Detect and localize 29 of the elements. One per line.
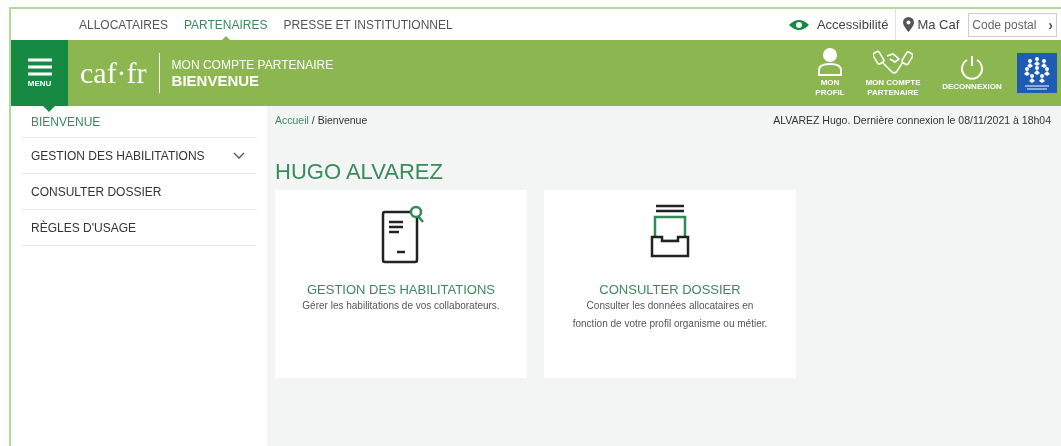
user-name-heading: HUGO ALVAREZ bbox=[275, 159, 444, 185]
nav-tab[interactable]: ALLOCATAIRES bbox=[79, 17, 168, 32]
power-icon bbox=[959, 54, 985, 80]
feature-card[interactable]: CONSULTER DOSSIER Consulter les données allocataires en fonction de votre profil organisme ou métier. bbox=[544, 190, 796, 378]
postal-code-field[interactable]: Code postal › bbox=[968, 12, 1057, 37]
header-subtitle: MON COMPTE PARTENAIRE bbox=[171, 57, 334, 72]
my-caf-link[interactable]: Ma Caf bbox=[896, 9, 967, 40]
card-title: CONSULTER DOSSIER bbox=[599, 282, 741, 297]
header-title: BIENVENUE bbox=[171, 71, 261, 89]
accessibility-link[interactable]: Accessibilité bbox=[809, 9, 896, 40]
card-description: Consulter les données allocataires en fonction de votre profil organisme ou métier. bbox=[571, 299, 769, 331]
nav-tab[interactable]: PRESSE ET INSTITUTIONNEL bbox=[283, 17, 453, 32]
user-icon bbox=[817, 48, 843, 76]
emblem-icon bbox=[1017, 53, 1057, 93]
card-title: GESTION DES HABILITATIONS bbox=[306, 282, 496, 297]
chevron-icon bbox=[233, 152, 245, 159]
breadcrumb-current: / Bienvenue bbox=[311, 114, 368, 126]
sidebar-item[interactable]: GESTION DES HABILITATIONS bbox=[21, 138, 257, 174]
menu-icon bbox=[27, 58, 52, 76]
card-description: Gérer les habilitations de vos collaborateurs. bbox=[301, 299, 501, 313]
eye-icon bbox=[787, 18, 810, 31]
location-pin-icon bbox=[903, 17, 915, 32]
sidebar-item[interactable]: CONSULTER DOSSIER bbox=[21, 174, 257, 210]
last-login-text: ALVAREZ Hugo. Dernière connexion le 08/11/2021 à 18h04 bbox=[773, 114, 1051, 126]
handshake-icon bbox=[873, 48, 913, 76]
sidebar-item[interactable]: RÈGLES D'USAGE bbox=[21, 210, 257, 246]
sidebar-item[interactable]: BIENVENUE bbox=[21, 106, 257, 138]
breadcrumb-link[interactable]: Accueil bbox=[275, 114, 309, 126]
feature-card[interactable]: GESTION DES HABILITATIONS Gérer les habilitations de vos collaborateurs. bbox=[275, 190, 527, 378]
